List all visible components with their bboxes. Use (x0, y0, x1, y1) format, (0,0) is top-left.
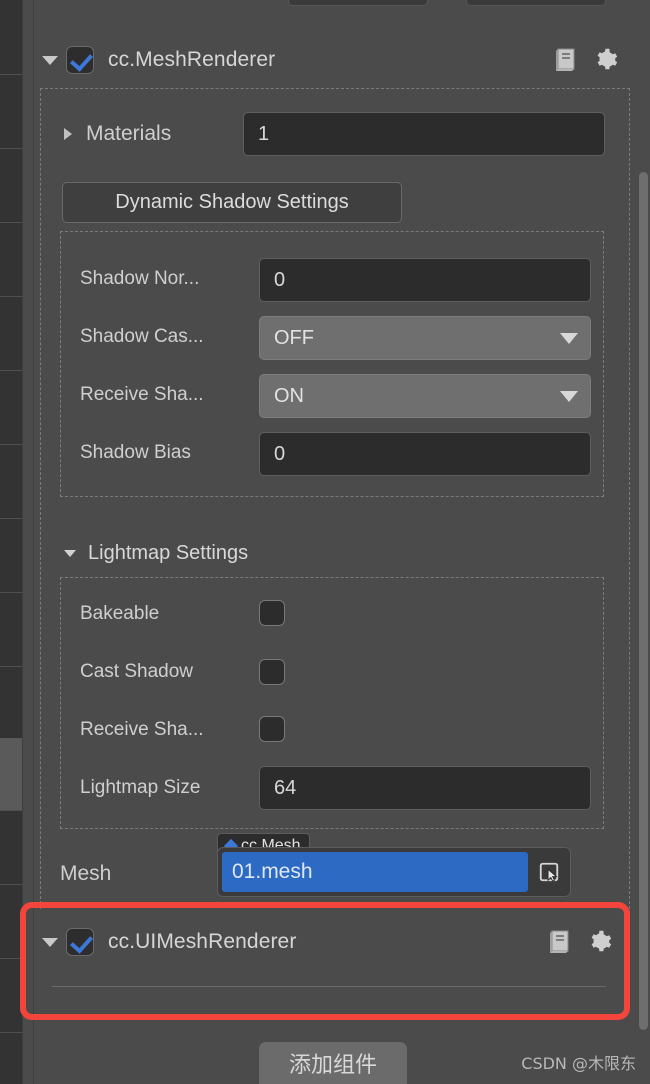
receive-shadow-value: ON (274, 384, 304, 407)
shadow-casting-mode-dropdown[interactable]: OFF (259, 316, 591, 360)
add-component-button[interactable]: 添加组件 (259, 1042, 407, 1084)
left-strip-selected-item[interactable] (0, 738, 22, 810)
cast-shadow-checkbox[interactable] (259, 659, 285, 685)
materials-count-field[interactable]: 1 (243, 112, 605, 156)
bakeable-checkbox[interactable] (259, 600, 285, 626)
component-header-mesh-renderer[interactable]: cc.MeshRenderer (34, 38, 630, 82)
receive-shadow-label-row: Receive Sha... (80, 384, 204, 406)
vertical-scrollbar-track[interactable] (636, 0, 650, 1084)
cast-shadow-label: Cast Shadow (80, 661, 194, 682)
receive-shadow-label: Receive Sha... (80, 384, 204, 405)
component-title: cc.MeshRenderer (108, 48, 276, 71)
component-header-icons (554, 48, 630, 72)
shadow-casting-mode-value: OFF (274, 326, 314, 349)
lightmap-size-label-row: Lightmap Size (80, 777, 200, 799)
chevron-down-icon[interactable] (42, 55, 58, 65)
lightmap-receive-shadow-checkbox[interactable] (259, 716, 285, 742)
lightmap-size-label: Lightmap Size (80, 777, 201, 798)
shadow-normal-bias-field[interactable]: 0 (259, 258, 591, 302)
lightmap-settings-title: Lightmap Settings (88, 542, 249, 564)
chevron-down-icon (560, 332, 578, 344)
shadow-normal-bias-label-row: Shadow Nor... (80, 268, 199, 290)
dynamic-shadow-settings-label: Dynamic Shadow Settings (115, 191, 349, 213)
shadow-bias-label-row: Shadow Bias (80, 442, 191, 464)
component-enabled-checkbox[interactable] (66, 46, 94, 74)
materials-count-value: 1 (258, 122, 270, 145)
chevron-right-icon[interactable] (64, 128, 72, 140)
lightmap-size-field[interactable]: 64 (259, 766, 591, 810)
vertical-scrollbar-thumb[interactable] (639, 172, 648, 1030)
gear-icon[interactable] (594, 48, 618, 72)
lightmap-receive-shadow-label-row: Receive Sha... (80, 719, 204, 741)
chevron-down-icon[interactable] (64, 550, 76, 557)
bakeable-label: Bakeable (80, 603, 160, 624)
materials-label: Materials (86, 122, 172, 145)
asset-locate-icon (539, 862, 559, 882)
shadow-normal-bias-label: Shadow Nor... (80, 268, 200, 289)
dynamic-shadow-settings-button[interactable]: Dynamic Shadow Settings (62, 182, 402, 223)
bakeable-label-row: Bakeable (80, 603, 159, 625)
shadow-bias-label: Shadow Bias (80, 442, 191, 463)
shadow-casting-mode-label-row: Shadow Cas... (80, 326, 204, 348)
left-hierarchy-strip[interactable] (0, 0, 22, 1084)
inspector-panel: cc.MeshRenderer Materials 1 Dynamic Shad… (0, 0, 650, 1084)
lightmap-size-value: 64 (274, 776, 297, 799)
shadow-bias-field[interactable]: 0 (259, 432, 591, 476)
watermark: CSDN @木限东 (521, 1054, 636, 1073)
cast-shadow-label-row: Cast Shadow (80, 661, 193, 683)
shadow-normal-bias-value: 0 (274, 268, 286, 291)
materials-row[interactable]: Materials (64, 122, 171, 146)
chevron-down-icon (560, 390, 578, 402)
mesh-asset-picker-button[interactable] (532, 852, 566, 892)
mesh-label: Mesh (60, 862, 112, 885)
add-component-label: 添加组件 (288, 1052, 377, 1077)
shadow-bias-value: 0 (274, 442, 286, 465)
lightmap-receive-shadow-label: Receive Sha... (80, 719, 204, 740)
mesh-label-row: Mesh (60, 862, 111, 886)
mesh-asset-value[interactable]: 01.mesh (222, 852, 528, 892)
shadow-casting-mode-label: Shadow Cas... (80, 326, 204, 347)
lightmap-settings-header[interactable]: Lightmap Settings (64, 542, 248, 565)
book-icon[interactable] (554, 48, 576, 72)
highlight-annotation-box (20, 902, 630, 1020)
receive-shadow-dropdown[interactable]: ON (259, 374, 591, 418)
mesh-asset-field[interactable]: 01.mesh (217, 847, 571, 897)
